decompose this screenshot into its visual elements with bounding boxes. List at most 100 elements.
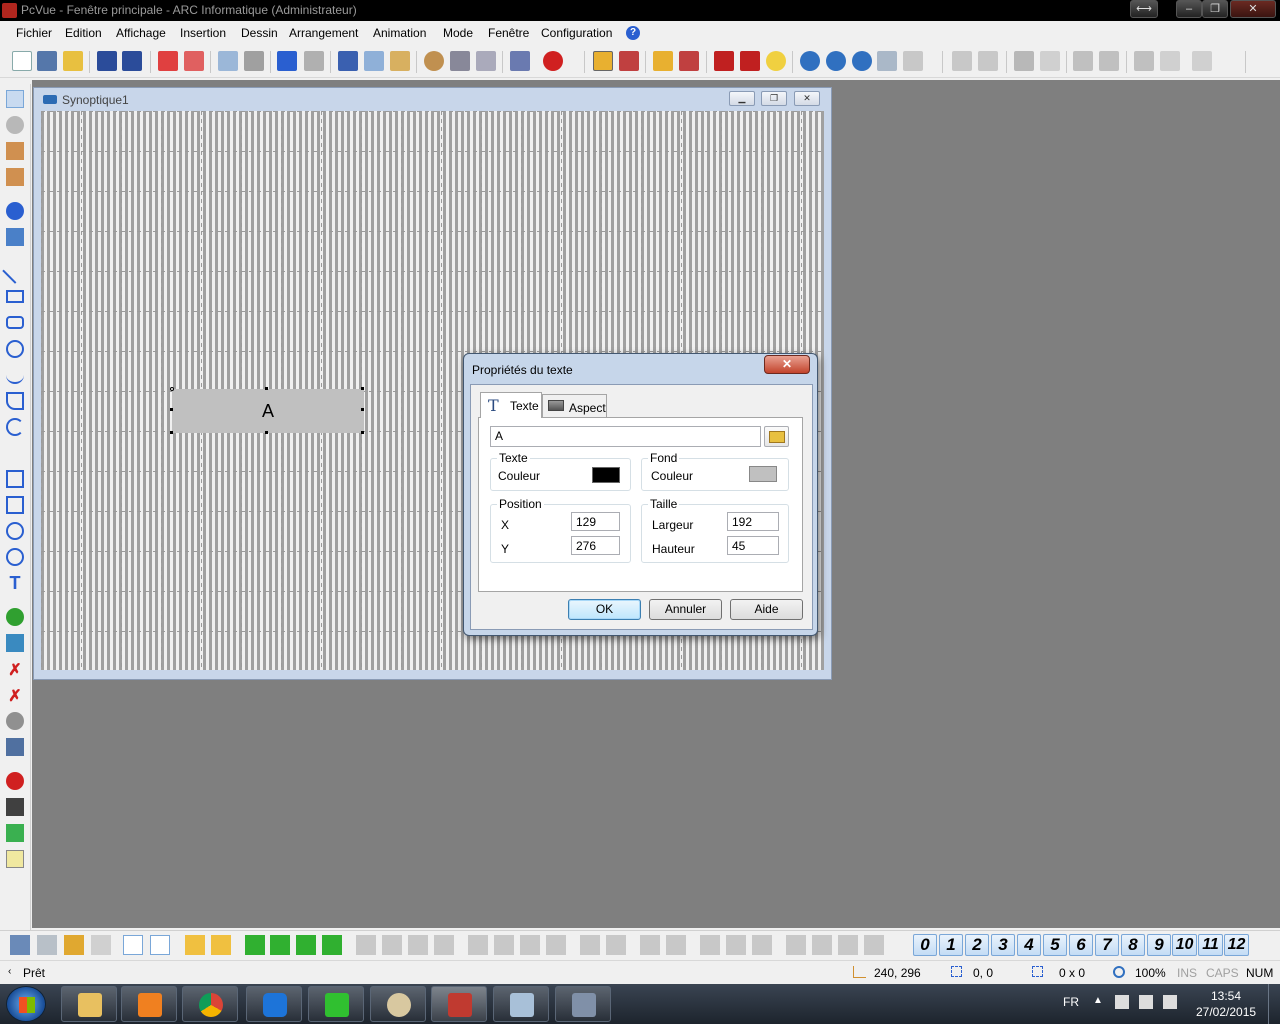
layer-5-button[interactable]: 5: [1043, 934, 1067, 956]
redo-icon[interactable]: [304, 51, 324, 71]
flip-icon[interactable]: [1192, 51, 1212, 71]
activex-tool-icon[interactable]: ✗: [6, 686, 24, 705]
layer-back-icon[interactable]: [322, 935, 342, 955]
taskbar-green-app[interactable]: [308, 986, 364, 1022]
unlock-icon[interactable]: [91, 935, 111, 955]
open-folder-icon[interactable]: [63, 51, 83, 71]
layer-2-button[interactable]: 2: [965, 934, 989, 956]
rotate-tool-icon[interactable]: [6, 116, 24, 134]
same-size-icon[interactable]: [752, 935, 772, 955]
image-tool-icon[interactable]: [6, 634, 24, 652]
distribute-v-icon[interactable]: [726, 935, 746, 955]
network-icon[interactable]: [1139, 995, 1153, 1009]
select-all-icon[interactable]: [10, 935, 30, 955]
layer-1-button[interactable]: 1: [939, 934, 963, 956]
taskbar-chrome[interactable]: [182, 986, 238, 1022]
back-icon[interactable]: [1040, 51, 1060, 71]
zoom-window-icon[interactable]: [877, 51, 897, 71]
home-icon[interactable]: [1134, 51, 1154, 71]
copy-icon[interactable]: [364, 51, 384, 71]
browse-folder-button[interactable]: [764, 426, 789, 447]
selection-handle[interactable]: [265, 431, 268, 434]
palette-icon[interactable]: [424, 51, 444, 71]
menu-fenetre[interactable]: Fenêtre: [488, 26, 529, 40]
space-up-icon[interactable]: [520, 935, 540, 955]
chord-tool-icon[interactable]: [6, 418, 24, 436]
mirror-horizontal-icon[interactable]: [211, 935, 231, 955]
menu-animation[interactable]: Animation: [373, 26, 426, 40]
selection-handle[interactable]: [265, 387, 268, 390]
child-minimize-button[interactable]: ▁: [729, 91, 755, 106]
align-bottom-icon[interactable]: [434, 935, 454, 955]
stop-icon[interactable]: [543, 51, 563, 71]
select-area-icon[interactable]: [37, 935, 57, 955]
ellipse-tool-icon[interactable]: [6, 340, 24, 358]
subtract-icon[interactable]: [838, 935, 858, 955]
symbol-tool-icon[interactable]: [6, 608, 24, 626]
menu-mode[interactable]: Mode: [443, 26, 473, 40]
same-height-icon[interactable]: [666, 935, 686, 955]
grid-icon[interactable]: [123, 935, 143, 955]
selection-handle[interactable]: [170, 431, 173, 434]
lock-icon[interactable]: [64, 935, 84, 955]
layer-11-button[interactable]: 11: [1198, 934, 1223, 956]
selection-handle[interactable]: [361, 387, 364, 390]
tray-expand-icon[interactable]: ▲: [1093, 995, 1103, 1006]
child-restore-button[interactable]: ❐: [761, 91, 787, 106]
hauteur-field[interactable]: 45: [727, 536, 779, 555]
undo-icon[interactable]: [277, 51, 297, 71]
dialog-close-button[interactable]: ✕: [764, 355, 810, 374]
ungroup-icon[interactable]: [978, 51, 998, 71]
pie-tool-icon[interactable]: [6, 392, 24, 410]
menu-edition[interactable]: Edition: [65, 26, 102, 40]
align-left-icon[interactable]: [356, 935, 376, 955]
taskbar-media-player[interactable]: [121, 986, 177, 1022]
print-icon[interactable]: [244, 51, 264, 71]
run-mode-icon[interactable]: [619, 51, 639, 71]
view-1-icon[interactable]: [714, 51, 734, 71]
zoom-out-icon[interactable]: [826, 51, 846, 71]
taskbar-pcvue[interactable]: [431, 986, 487, 1022]
report-tool-icon[interactable]: [6, 850, 24, 868]
selection-handle[interactable]: [170, 387, 174, 391]
layer-6-button[interactable]: 6: [1069, 934, 1093, 956]
rotate-icon[interactable]: [1160, 51, 1180, 71]
open-synoptic-icon[interactable]: [37, 51, 57, 71]
align-center-icon[interactable]: [382, 935, 402, 955]
pencil-icon[interactable]: [653, 51, 673, 71]
largeur-field[interactable]: 192: [727, 512, 779, 531]
front-icon[interactable]: [1014, 51, 1034, 71]
layer-7-button[interactable]: 7: [1095, 934, 1119, 956]
y-field[interactable]: 276: [571, 536, 620, 555]
distribute-icon[interactable]: [1099, 51, 1119, 71]
list-icon[interactable]: [6, 228, 24, 246]
zoom-reset-icon[interactable]: [852, 51, 872, 71]
zoom-fit-icon[interactable]: [903, 51, 923, 71]
pencil-tool-icon[interactable]: [6, 142, 24, 160]
layer-10-button[interactable]: 10: [1172, 934, 1197, 956]
clock-date[interactable]: 27/02/2015: [1196, 1005, 1256, 1019]
closed-curve-tool-icon[interactable]: [6, 548, 24, 566]
minimize-button[interactable]: –: [1176, 0, 1202, 18]
distribute-h-icon[interactable]: [700, 935, 720, 955]
alarm-tool-icon[interactable]: [6, 772, 24, 790]
space-right-icon[interactable]: [494, 935, 514, 955]
clock-time[interactable]: 13:54: [1211, 989, 1241, 1003]
select-arrow-icon[interactable]: [6, 90, 24, 108]
layer-front-icon[interactable]: [245, 935, 265, 955]
web-tool-icon[interactable]: [6, 712, 24, 730]
center-v-icon[interactable]: [606, 935, 626, 955]
layer-12-button[interactable]: 12: [1224, 934, 1249, 956]
arc-tool-icon[interactable]: [6, 366, 24, 384]
network-tool-icon[interactable]: [6, 738, 24, 756]
close-button[interactable]: ✕: [1230, 0, 1276, 18]
polygon-tool-icon[interactable]: [6, 470, 24, 488]
brush-tool-icon[interactable]: [6, 168, 24, 186]
control-tool-icon[interactable]: ✗: [6, 660, 24, 679]
help-button[interactable]: Aide: [730, 599, 803, 620]
text-input[interactable]: A: [490, 426, 761, 447]
menu-affichage[interactable]: Affichage: [116, 26, 166, 40]
menu-fichier[interactable]: Fichier: [16, 26, 52, 40]
trend-tool-icon[interactable]: [6, 798, 24, 816]
zoom-in-icon[interactable]: [800, 51, 820, 71]
